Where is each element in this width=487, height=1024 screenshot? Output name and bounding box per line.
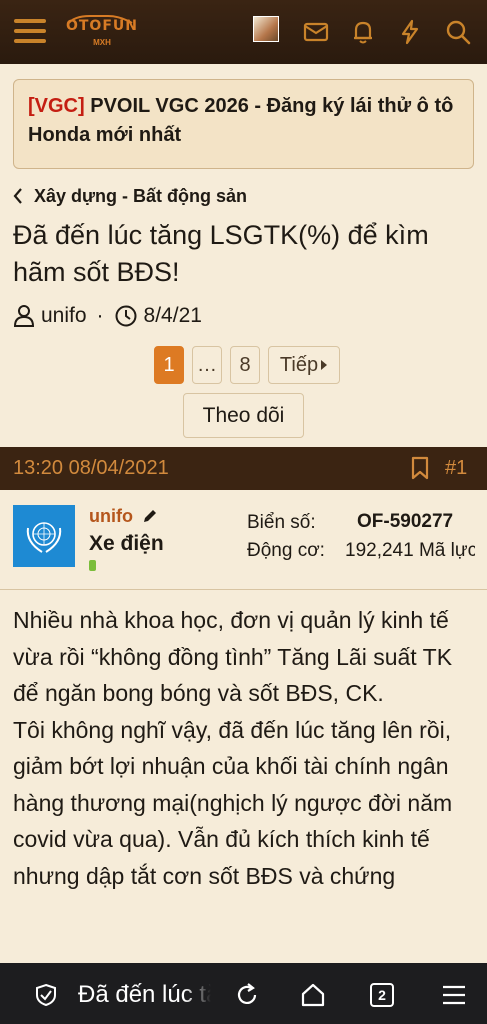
mail-icon[interactable] — [302, 18, 330, 46]
breadcrumb[interactable]: Xây dựng - Bất động sản — [12, 184, 247, 208]
banner-text: [VGC] PVOIL VGC 2026 - Đăng ký lái thử ô… — [28, 92, 459, 150]
plate-label: Biển số: — [247, 512, 316, 533]
page-jump-button[interactable]: … — [192, 346, 222, 384]
search-icon[interactable] — [444, 18, 472, 46]
breadcrumb-label: Xây dựng - Bất động sản — [34, 185, 248, 206]
plate-value: OF-590277 — [357, 511, 454, 532]
banner-message: PVOIL VGC 2026 - Đăng ký lái thử ô tô Ho… — [28, 95, 454, 146]
banner-tag: [VGC] — [28, 95, 85, 117]
follow-button[interactable]: Theo dõi — [183, 393, 304, 438]
menu-icon[interactable] — [440, 981, 468, 1009]
logo-text: OTOFUN — [65, 18, 138, 34]
site-logo[interactable]: OTOFUN MXH — [60, 14, 144, 54]
menu-icon[interactable] — [14, 19, 46, 45]
pagination: 1 … 8 Tiếp — [154, 346, 340, 384]
post-paragraph-2: Tôi không nghĩ vậy, đã đến lúc tăng lên … — [13, 716, 453, 889]
clock-icon — [115, 305, 137, 327]
user-title: Xe điện — [89, 532, 164, 555]
reload-icon[interactable] — [233, 981, 261, 1009]
user-name[interactable]: unifo — [89, 506, 133, 527]
next-page-button[interactable]: Tiếp — [268, 346, 340, 384]
engine-value: 192,241 Mã lực — [345, 540, 475, 562]
post-paragraph-1: Nhiều nhà khoa học, đơn vị quản lý kinh … — [13, 607, 453, 706]
next-page-label: Tiếp — [279, 353, 319, 376]
post-user-block: unifo Xe điện Biển số: OF-590277 Động cơ… — [0, 490, 487, 590]
logo-subtitle: MXH — [93, 38, 111, 47]
meta-separator: · — [96, 304, 104, 327]
caret-right-icon — [321, 360, 328, 370]
address-bar[interactable]: Đã đến lúc tăng LSGTK — [78, 981, 211, 1011]
avatar[interactable] — [253, 16, 279, 42]
post-body: Nhiều nhà khoa học, đơn vị quản lý kinh … — [13, 602, 475, 894]
tabs-button[interactable]: 2 — [370, 983, 394, 1007]
thread-date[interactable]: 8/4/21 — [144, 304, 202, 328]
un-emblem-icon — [26, 522, 62, 553]
user-avatar[interactable] — [13, 505, 75, 567]
user-icon — [13, 305, 35, 327]
thread-meta: unifo · 8/4/21 — [13, 302, 202, 330]
bolt-icon[interactable] — [396, 18, 424, 46]
bell-icon[interactable] — [349, 18, 377, 46]
engine-label: Động cơ: — [247, 540, 325, 561]
post-datetime[interactable]: 13:20 08/04/2021 — [13, 457, 169, 480]
shield-check-icon[interactable] — [35, 983, 57, 1007]
engine-value-text: 192,241 Mã lực — [345, 540, 475, 561]
chevron-left-icon — [13, 188, 22, 204]
page-last-button[interactable]: 8 — [230, 346, 260, 384]
post-header: 13:20 08/04/2021 #1 — [0, 447, 487, 490]
bookmark-icon[interactable] — [410, 456, 430, 481]
browser-toolbar: Đã đến lúc tăng LSGTK 2 — [0, 963, 487, 1024]
thread-author[interactable]: unifo — [41, 304, 87, 328]
top-header: OTOFUN MXH — [0, 0, 487, 64]
promo-banner[interactable]: [VGC] PVOIL VGC 2026 - Đăng ký lái thử ô… — [13, 79, 474, 169]
pen-icon — [144, 510, 156, 522]
online-indicator — [89, 560, 96, 571]
page-title: Đã đến lúc tăng LSGTK(%) để kìm hãm sốt … — [13, 220, 429, 287]
home-icon[interactable] — [299, 981, 327, 1009]
page-1-button[interactable]: 1 — [154, 346, 184, 384]
post-number[interactable]: #1 — [445, 457, 467, 480]
